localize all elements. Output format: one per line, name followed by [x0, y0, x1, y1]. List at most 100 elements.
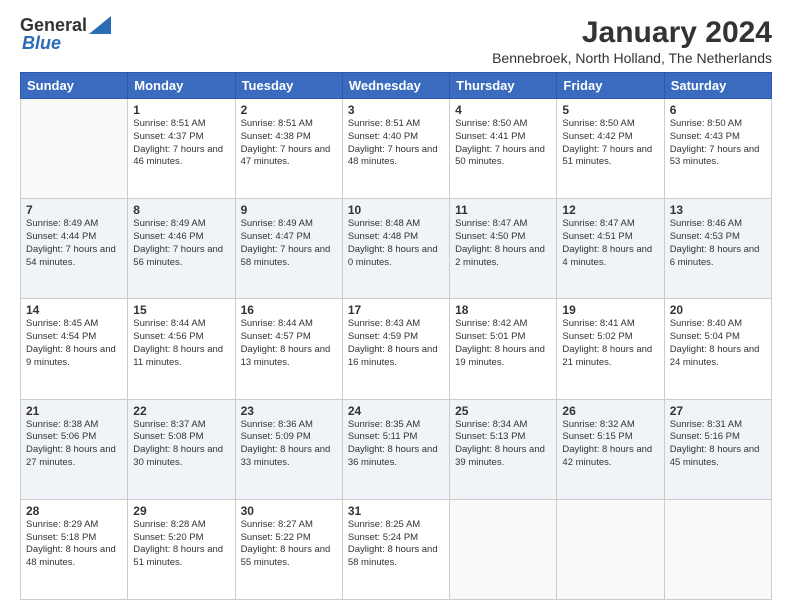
day-number: 24	[348, 404, 444, 418]
day-number: 16	[241, 303, 337, 317]
day-number: 10	[348, 203, 444, 217]
day-number: 26	[562, 404, 658, 418]
cell-info: Sunrise: 8:31 AMSunset: 5:16 PMDaylight:…	[670, 419, 760, 468]
cell-info: Sunrise: 8:29 AMSunset: 5:18 PMDaylight:…	[26, 519, 116, 568]
logo: General Blue	[20, 16, 111, 53]
cell-info: Sunrise: 8:36 AMSunset: 5:09 PMDaylight:…	[241, 419, 331, 468]
cell-info: Sunrise: 8:50 AMSunset: 4:41 PMDaylight:…	[455, 118, 545, 167]
table-row	[557, 499, 664, 599]
day-number: 14	[26, 303, 122, 317]
day-number: 27	[670, 404, 766, 418]
cell-info: Sunrise: 8:40 AMSunset: 5:04 PMDaylight:…	[670, 318, 760, 367]
header-thursday: Thursday	[450, 73, 557, 99]
header-tuesday: Tuesday	[235, 73, 342, 99]
cell-info: Sunrise: 8:38 AMSunset: 5:06 PMDaylight:…	[26, 419, 116, 468]
table-row: 24Sunrise: 8:35 AMSunset: 5:11 PMDayligh…	[342, 399, 449, 499]
table-row: 5Sunrise: 8:50 AMSunset: 4:42 PMDaylight…	[557, 99, 664, 199]
table-row: 12Sunrise: 8:47 AMSunset: 4:51 PMDayligh…	[557, 199, 664, 299]
table-row: 17Sunrise: 8:43 AMSunset: 4:59 PMDayligh…	[342, 299, 449, 399]
cell-info: Sunrise: 8:50 AMSunset: 4:42 PMDaylight:…	[562, 118, 652, 167]
header-monday: Monday	[128, 73, 235, 99]
table-row: 1Sunrise: 8:51 AMSunset: 4:37 PMDaylight…	[128, 99, 235, 199]
day-number: 30	[241, 504, 337, 518]
table-row: 30Sunrise: 8:27 AMSunset: 5:22 PMDayligh…	[235, 499, 342, 599]
logo-bird-icon	[89, 16, 111, 34]
table-row: 15Sunrise: 8:44 AMSunset: 4:56 PMDayligh…	[128, 299, 235, 399]
weekday-header-row: Sunday Monday Tuesday Wednesday Thursday…	[21, 73, 772, 99]
calendar-week-row: 14Sunrise: 8:45 AMSunset: 4:54 PMDayligh…	[21, 299, 772, 399]
day-number: 2	[241, 103, 337, 117]
day-number: 11	[455, 203, 551, 217]
header-saturday: Saturday	[664, 73, 771, 99]
cell-info: Sunrise: 8:35 AMSunset: 5:11 PMDaylight:…	[348, 419, 438, 468]
table-row: 8Sunrise: 8:49 AMSunset: 4:46 PMDaylight…	[128, 199, 235, 299]
day-number: 12	[562, 203, 658, 217]
cell-info: Sunrise: 8:49 AMSunset: 4:44 PMDaylight:…	[26, 218, 116, 267]
cell-info: Sunrise: 8:44 AMSunset: 4:56 PMDaylight:…	[133, 318, 223, 367]
cell-info: Sunrise: 8:45 AMSunset: 4:54 PMDaylight:…	[26, 318, 116, 367]
day-number: 29	[133, 504, 229, 518]
cell-info: Sunrise: 8:34 AMSunset: 5:13 PMDaylight:…	[455, 419, 545, 468]
day-number: 28	[26, 504, 122, 518]
day-number: 5	[562, 103, 658, 117]
cell-info: Sunrise: 8:28 AMSunset: 5:20 PMDaylight:…	[133, 519, 223, 568]
cell-info: Sunrise: 8:46 AMSunset: 4:53 PMDaylight:…	[670, 218, 760, 267]
table-row: 10Sunrise: 8:48 AMSunset: 4:48 PMDayligh…	[342, 199, 449, 299]
cell-info: Sunrise: 8:42 AMSunset: 5:01 PMDaylight:…	[455, 318, 545, 367]
table-row	[664, 499, 771, 599]
table-row: 20Sunrise: 8:40 AMSunset: 5:04 PMDayligh…	[664, 299, 771, 399]
cell-info: Sunrise: 8:50 AMSunset: 4:43 PMDaylight:…	[670, 118, 760, 167]
day-number: 15	[133, 303, 229, 317]
cell-info: Sunrise: 8:47 AMSunset: 4:50 PMDaylight:…	[455, 218, 545, 267]
table-row: 23Sunrise: 8:36 AMSunset: 5:09 PMDayligh…	[235, 399, 342, 499]
table-row: 7Sunrise: 8:49 AMSunset: 4:44 PMDaylight…	[21, 199, 128, 299]
table-row: 9Sunrise: 8:49 AMSunset: 4:47 PMDaylight…	[235, 199, 342, 299]
cell-info: Sunrise: 8:49 AMSunset: 4:46 PMDaylight:…	[133, 218, 223, 267]
table-row: 27Sunrise: 8:31 AMSunset: 5:16 PMDayligh…	[664, 399, 771, 499]
table-row: 13Sunrise: 8:46 AMSunset: 4:53 PMDayligh…	[664, 199, 771, 299]
day-number: 31	[348, 504, 444, 518]
day-number: 9	[241, 203, 337, 217]
table-row: 4Sunrise: 8:50 AMSunset: 4:41 PMDaylight…	[450, 99, 557, 199]
table-row	[21, 99, 128, 199]
cell-info: Sunrise: 8:48 AMSunset: 4:48 PMDaylight:…	[348, 218, 438, 267]
cell-info: Sunrise: 8:51 AMSunset: 4:37 PMDaylight:…	[133, 118, 223, 167]
day-number: 22	[133, 404, 229, 418]
table-row: 16Sunrise: 8:44 AMSunset: 4:57 PMDayligh…	[235, 299, 342, 399]
day-number: 1	[133, 103, 229, 117]
cell-info: Sunrise: 8:41 AMSunset: 5:02 PMDaylight:…	[562, 318, 652, 367]
month-title: January 2024	[492, 16, 772, 50]
cell-info: Sunrise: 8:25 AMSunset: 5:24 PMDaylight:…	[348, 519, 438, 568]
day-number: 13	[670, 203, 766, 217]
day-number: 4	[455, 103, 551, 117]
day-number: 18	[455, 303, 551, 317]
cell-info: Sunrise: 8:49 AMSunset: 4:47 PMDaylight:…	[241, 218, 331, 267]
day-number: 25	[455, 404, 551, 418]
table-row: 21Sunrise: 8:38 AMSunset: 5:06 PMDayligh…	[21, 399, 128, 499]
calendar-week-row: 21Sunrise: 8:38 AMSunset: 5:06 PMDayligh…	[21, 399, 772, 499]
table-row: 28Sunrise: 8:29 AMSunset: 5:18 PMDayligh…	[21, 499, 128, 599]
table-row: 11Sunrise: 8:47 AMSunset: 4:50 PMDayligh…	[450, 199, 557, 299]
table-row: 26Sunrise: 8:32 AMSunset: 5:15 PMDayligh…	[557, 399, 664, 499]
header-sunday: Sunday	[21, 73, 128, 99]
cell-info: Sunrise: 8:32 AMSunset: 5:15 PMDaylight:…	[562, 419, 652, 468]
table-row: 31Sunrise: 8:25 AMSunset: 5:24 PMDayligh…	[342, 499, 449, 599]
table-row: 25Sunrise: 8:34 AMSunset: 5:13 PMDayligh…	[450, 399, 557, 499]
table-row: 22Sunrise: 8:37 AMSunset: 5:08 PMDayligh…	[128, 399, 235, 499]
day-number: 17	[348, 303, 444, 317]
cell-info: Sunrise: 8:44 AMSunset: 4:57 PMDaylight:…	[241, 318, 331, 367]
table-row: 19Sunrise: 8:41 AMSunset: 5:02 PMDayligh…	[557, 299, 664, 399]
day-number: 8	[133, 203, 229, 217]
table-row	[450, 499, 557, 599]
location-subtitle: Bennebroek, North Holland, The Netherlan…	[492, 50, 772, 66]
calendar-week-row: 1Sunrise: 8:51 AMSunset: 4:37 PMDaylight…	[21, 99, 772, 199]
day-number: 21	[26, 404, 122, 418]
title-block: January 2024 Bennebroek, North Holland, …	[492, 16, 772, 66]
logo-text: General	[20, 16, 87, 34]
table-row: 29Sunrise: 8:28 AMSunset: 5:20 PMDayligh…	[128, 499, 235, 599]
cell-info: Sunrise: 8:37 AMSunset: 5:08 PMDaylight:…	[133, 419, 223, 468]
cell-info: Sunrise: 8:51 AMSunset: 4:40 PMDaylight:…	[348, 118, 438, 167]
table-row: 6Sunrise: 8:50 AMSunset: 4:43 PMDaylight…	[664, 99, 771, 199]
logo-blue-text: Blue	[22, 33, 61, 53]
day-number: 3	[348, 103, 444, 117]
